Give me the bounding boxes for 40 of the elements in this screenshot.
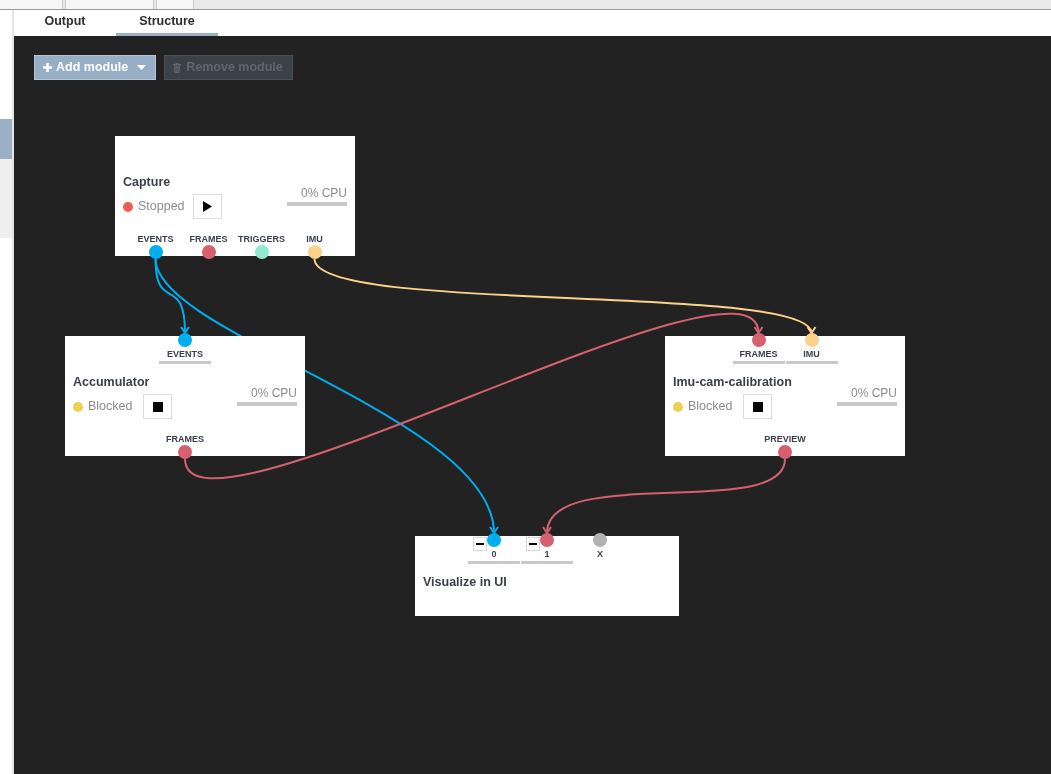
- port-label: TRIGGERS: [238, 233, 285, 245]
- module-title: Visualize in UI: [423, 575, 507, 589]
- minus-icon: [476, 543, 484, 545]
- port-label: EVENTS: [137, 233, 174, 245]
- module-node[interactable]: EVENTS Accumulator Blocked 0% CPU FRAMES: [65, 336, 305, 456]
- caret-icon: [137, 65, 147, 70]
- module-title: Capture: [123, 175, 171, 189]
- port-label: IMU: [803, 348, 820, 360]
- port-label: FRAMES: [189, 233, 228, 245]
- stop-button[interactable]: [143, 394, 172, 419]
- port-label: EVENTS: [167, 348, 203, 360]
- port-label: 0: [491, 548, 497, 560]
- cpu-reading: 0% CPU: [851, 386, 897, 400]
- tab[interactable]: Output: [14, 10, 116, 36]
- module-node[interactable]: FRAMES IMU Imu-cam-calibration Blocked 0% CPU PREVIEW: [665, 336, 905, 456]
- cpu-reading: 0% CPU: [251, 386, 297, 400]
- plus-icon: [43, 63, 52, 72]
- remove-input-button[interactable]: [473, 537, 487, 551]
- module-title: Imu-cam-calibration: [673, 375, 792, 389]
- status-label: Stopped: [138, 198, 185, 216]
- stop-button[interactable]: [743, 394, 772, 419]
- port-label: PREVIEW: [764, 433, 806, 445]
- module-title: Accumulator: [73, 375, 150, 389]
- module-node[interactable]: 0 1 X Visualize in UI: [415, 536, 679, 616]
- port-label: FRAMES: [739, 348, 778, 360]
- play-button[interactable]: [193, 194, 222, 219]
- port-label: FRAMES: [166, 433, 204, 445]
- module-node[interactable]: Capture Stopped 0% CPU EVENTS FRAMES TRIGGERS IMU: [115, 136, 355, 256]
- play-icon: [203, 201, 212, 212]
- port-label: 1: [544, 548, 550, 560]
- stop-icon: [752, 401, 763, 412]
- port-label: IMU: [306, 233, 323, 245]
- status-label: Blocked: [688, 398, 733, 416]
- cpu-reading: 0% CPU: [301, 186, 347, 200]
- trash-icon: [173, 62, 182, 73]
- port-label: X: [597, 548, 603, 560]
- stop-icon: [152, 401, 163, 412]
- minus-icon: [529, 543, 537, 545]
- remove-input-button[interactable]: [526, 537, 540, 551]
- status-label: Blocked: [88, 398, 133, 416]
